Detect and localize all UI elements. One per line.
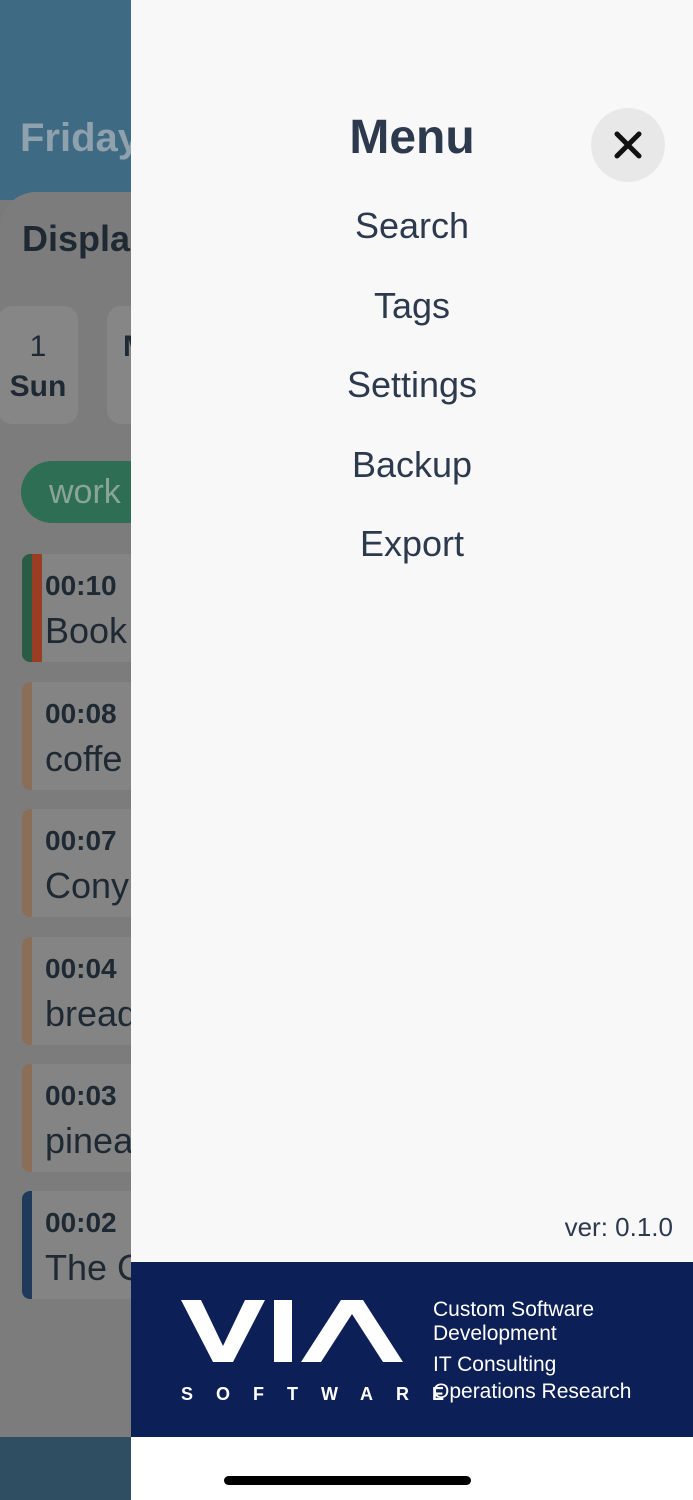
menu-item-export[interactable]: Export xyxy=(131,523,693,565)
menu-item-search[interactable]: Search xyxy=(131,205,693,247)
entry-time: 00:03 xyxy=(45,1080,117,1111)
section-title: Displa xyxy=(22,218,131,259)
entry-time: 00:08 xyxy=(45,698,117,729)
via-logo xyxy=(181,1300,403,1362)
entry-name: bread xyxy=(45,993,138,1034)
entry-time: 00:07 xyxy=(45,825,117,856)
entry-name: coffe xyxy=(45,738,123,779)
entry-color-bar xyxy=(22,937,32,1045)
entry-name: Book xyxy=(45,610,128,651)
menu-item-backup[interactable]: Backup xyxy=(131,444,693,486)
logo-subtitle: SOFTWARE xyxy=(181,1384,467,1404)
day-chip[interactable]: 1 Sun xyxy=(0,306,78,424)
drawer-bottom xyxy=(131,1437,693,1500)
entry-name: Cony xyxy=(45,865,130,906)
banner-line: Development xyxy=(433,1322,557,1345)
entry-color-bar xyxy=(22,1064,32,1172)
menu-item-settings[interactable]: Settings xyxy=(131,364,693,406)
entry-color-bar xyxy=(22,1191,32,1299)
date-title: Friday, xyxy=(20,116,149,160)
entry-name: pinea xyxy=(45,1120,134,1161)
version-label: ver: 0.1.0 xyxy=(564,1212,673,1242)
home-indicator[interactable] xyxy=(224,1476,471,1485)
menu-item-tags[interactable]: Tags xyxy=(131,285,693,327)
entry-color-bar xyxy=(22,809,32,917)
entry-time: 00:10 xyxy=(45,570,117,601)
close-button[interactable] xyxy=(591,108,665,182)
banner-line: IT Consulting xyxy=(433,1353,557,1376)
banner-line: Custom Software xyxy=(433,1298,595,1321)
menu-drawer: Menu Search Tags Settings Backup Export … xyxy=(131,0,693,1500)
entry-color-bar xyxy=(32,554,42,662)
entry-time: 00:02 xyxy=(45,1207,117,1238)
company-banner[interactable]: SOFTWARE Custom Software Development IT … xyxy=(131,1262,693,1437)
banner-line: Operations Research xyxy=(433,1380,632,1403)
entry-time: 00:04 xyxy=(45,953,117,984)
entry-color-bar xyxy=(22,682,32,790)
day-name: Sun xyxy=(9,370,67,403)
day-number: 1 xyxy=(29,330,47,363)
entry-color-bar xyxy=(22,554,32,662)
close-icon xyxy=(614,131,642,159)
